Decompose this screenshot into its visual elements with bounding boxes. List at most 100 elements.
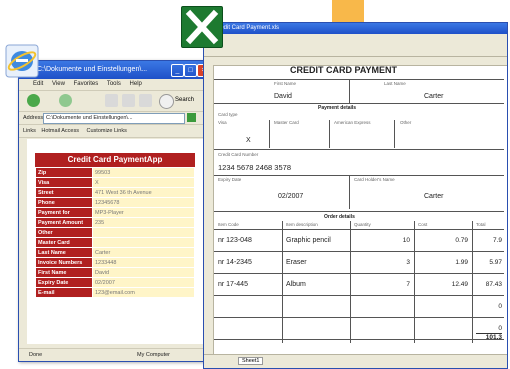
links-bar: Links Hotmail Access Customize Links	[19, 125, 209, 138]
form-field-input[interactable]: 235	[92, 217, 195, 228]
form-field-input[interactable]: 02/2007	[92, 277, 195, 288]
col-total: Total	[476, 222, 486, 227]
stop-icon[interactable]	[105, 94, 118, 107]
form-field-label: Payment for	[35, 207, 93, 218]
col-cost: Cost	[418, 222, 428, 227]
form-field-input[interactable]: 1233448	[92, 257, 195, 268]
form-field-input[interactable]: Carter	[92, 247, 195, 258]
home-icon[interactable]	[139, 94, 152, 107]
internet-explorer-icon	[5, 44, 39, 78]
form-row: Other	[35, 227, 195, 238]
form-field-input[interactable]	[92, 227, 195, 238]
row-line	[214, 273, 504, 274]
card-number-label: Credit Card Number	[218, 152, 259, 157]
last-name-value: Carter	[424, 93, 444, 100]
col-item-description: Item description	[286, 222, 318, 227]
form-row: First Name David	[35, 267, 195, 278]
form-field-input[interactable]: 471 West 36 th Avenue	[92, 187, 195, 198]
form-field-input[interactable]: X	[92, 177, 195, 188]
form-field-input[interactable]: MP3-Player	[92, 207, 195, 218]
ie-menu-bar: Edit View Favorites Tools Help	[19, 79, 209, 91]
form-field-input[interactable]: David	[92, 267, 195, 278]
excel-title-bar[interactable]: Credit Card Payment.xls	[204, 23, 507, 34]
link-hotmail[interactable]: Hotmail Access	[41, 128, 79, 134]
forward-icon[interactable]	[59, 94, 72, 107]
item-code: nr 123-048	[218, 237, 252, 244]
row-headers	[204, 65, 214, 355]
form-field-label: Payment Amount	[35, 217, 93, 228]
form-row: Payment for MP3-Player	[35, 207, 195, 218]
last-name-label: Last Name	[384, 81, 406, 86]
payment-form-table: Zip 99503 Visa X Street 471 West 36 th Avenue…	[35, 167, 195, 298]
form-row: Phone 12345678	[35, 197, 195, 208]
links-label: Links	[23, 128, 36, 134]
form-field-input[interactable]	[92, 237, 195, 248]
refresh-icon[interactable]	[122, 94, 135, 107]
doc-title: CREDIT CARD PAYMENT	[290, 65, 398, 75]
item-description: Eraser	[286, 259, 307, 266]
item-description: Album	[286, 281, 306, 288]
status-done: Done	[29, 352, 43, 358]
item-total: 0	[498, 325, 502, 332]
form-row: E-mail 123@email.com	[35, 287, 195, 298]
address-bar: Address C:\Dokumente und Einstellungen\.…	[19, 112, 209, 125]
maximize-icon[interactable]: □	[184, 64, 197, 77]
card-number-value: 1234 5678 2468 3578	[218, 163, 291, 172]
form-row: Visa X	[35, 177, 195, 188]
row-line	[214, 317, 504, 318]
row-line	[214, 295, 504, 296]
form-field-label: Master Card	[35, 237, 93, 248]
excel-window-title: Credit Card Payment.xls	[214, 25, 280, 31]
excel-window: Credit Card Payment.xls CREDIT CARD PAYM…	[203, 22, 508, 369]
worksheet[interactable]: CREDIT CARD PAYMENT First Name Last Name…	[214, 65, 506, 355]
minimize-icon[interactable]: _	[171, 64, 184, 77]
search-label[interactable]: Search	[175, 97, 194, 103]
form-row: Zip 99503	[35, 167, 195, 178]
ie-toolbar: Search	[19, 91, 209, 112]
ie-window-title: C:\Dokumente und Einstellungen\...	[37, 66, 148, 73]
status-zone: My Computer	[137, 352, 171, 358]
form-field-label: Zip	[35, 167, 93, 178]
item-total: 7.9	[492, 237, 502, 244]
form-field-label: First Name	[35, 267, 93, 278]
visa-mark: X	[246, 137, 251, 144]
expiry-value: 02/2007	[278, 193, 304, 200]
item-total: 0	[498, 303, 502, 310]
excel-toolbar	[204, 34, 507, 57]
form-field-input[interactable]: 123@email.com	[92, 287, 195, 298]
form-field-input[interactable]: 99503	[92, 167, 195, 178]
col-american-express: American Express	[334, 120, 371, 125]
ie-title-bar[interactable]: C:\Dokumente und Einstellungen\... _ □ ×	[19, 61, 209, 79]
form-row: Expiry Date 02/2007	[35, 277, 195, 288]
item-total: 5.97	[489, 259, 502, 266]
link-customize[interactable]: Customize Links	[87, 128, 127, 134]
item-description: Graphic pencil	[286, 237, 331, 244]
first-name-label: First Name	[274, 81, 297, 86]
col-quantity: Quantity	[354, 222, 371, 227]
payment-details-heading: Payment details	[318, 105, 357, 111]
form-field-label: Visa	[35, 177, 93, 188]
menu-view[interactable]: View	[52, 81, 65, 87]
order-details-heading: Order details	[324, 214, 355, 220]
item-cost: 12.49	[451, 281, 468, 288]
form-field-label: Last Name	[35, 247, 93, 258]
excel-icon	[181, 6, 223, 48]
go-icon[interactable]	[187, 113, 196, 122]
form-field-label: Phone	[35, 197, 93, 208]
form-title: Credit Card PaymentApp	[35, 153, 195, 167]
form-row: Invoice Numbers 1233448	[35, 257, 195, 268]
menu-edit[interactable]: Edit	[33, 81, 43, 87]
page-content: Credit Card PaymentApp Zip 99503 Visa X Stre…	[27, 139, 203, 344]
address-input[interactable]: C:\Dokumente und Einstellungen\...	[43, 113, 185, 124]
menu-help[interactable]: Help	[130, 81, 142, 87]
menu-tools[interactable]: Tools	[107, 81, 121, 87]
form-row: Last Name Carter	[35, 247, 195, 258]
menu-favorites[interactable]: Favorites	[74, 81, 99, 87]
sheet-tab[interactable]: Sheet1	[238, 357, 264, 365]
sheet-tabs-bar: Sheet1	[204, 354, 507, 368]
col-master-card: Master Card	[274, 120, 299, 125]
form-field-input[interactable]: 12345678	[92, 197, 195, 208]
search-icon[interactable]	[159, 94, 174, 109]
form-row: Master Card	[35, 237, 195, 248]
back-icon[interactable]	[27, 94, 40, 107]
